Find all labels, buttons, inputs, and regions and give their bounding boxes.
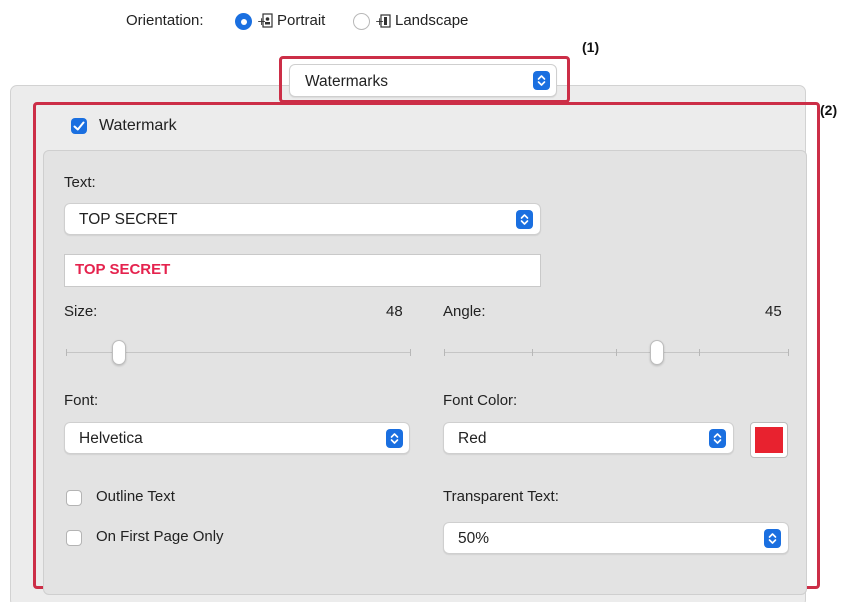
angle-slider[interactable] xyxy=(444,340,789,365)
size-label: Size: xyxy=(64,303,98,320)
text-popup[interactable]: TOP SECRET xyxy=(64,203,541,235)
transparent-text-popup[interactable]: 50% xyxy=(443,522,789,554)
font-color-popup-value: Red xyxy=(458,430,487,447)
outline-text-label[interactable]: Outline Text xyxy=(96,488,175,505)
portrait-label[interactable]: Portrait xyxy=(277,12,325,29)
size-value: 48 xyxy=(386,303,403,320)
portrait-radio[interactable] xyxy=(235,13,252,30)
transparent-text-label: Transparent Text: xyxy=(443,488,559,505)
landscape-radio[interactable] xyxy=(353,13,370,30)
font-popup-value: Helvetica xyxy=(79,430,143,447)
checkmark-icon xyxy=(73,121,85,131)
orientation-label: Orientation: xyxy=(126,12,204,29)
font-color-swatch[interactable] xyxy=(750,422,788,458)
svg-text:+: + xyxy=(257,15,266,28)
first-page-only-label[interactable]: On First Page Only xyxy=(96,528,224,545)
chevron-updown-icon xyxy=(764,529,781,548)
font-popup[interactable]: Helvetica xyxy=(64,422,410,454)
portrait-icon: + xyxy=(257,12,273,34)
size-slider-knob[interactable] xyxy=(112,340,126,365)
watermark-checkbox-label[interactable]: Watermark xyxy=(99,117,177,135)
text-label: Text: xyxy=(64,174,96,191)
font-color-label: Font Color: xyxy=(443,392,518,409)
angle-label: Angle: xyxy=(443,303,486,320)
transparent-text-popup-value: 50% xyxy=(458,530,490,547)
size-slider[interactable] xyxy=(66,340,411,365)
font-color-swatch-fill xyxy=(755,427,783,453)
callout-label-2: (2) xyxy=(820,102,838,118)
landscape-icon: + xyxy=(375,12,391,34)
watermark-checkbox[interactable] xyxy=(71,118,87,134)
angle-slider-knob[interactable] xyxy=(650,340,664,365)
angle-value: 45 xyxy=(765,303,782,320)
callout-box-1 xyxy=(279,56,570,103)
svg-text:+: + xyxy=(375,15,384,28)
first-page-only-checkbox[interactable] xyxy=(66,530,82,546)
text-popup-value: TOP SECRET xyxy=(79,211,178,228)
chevron-updown-icon xyxy=(516,210,533,229)
chevron-updown-icon xyxy=(386,429,403,448)
chevron-updown-icon xyxy=(709,429,726,448)
outline-text-checkbox[interactable] xyxy=(66,490,82,506)
font-label: Font: xyxy=(64,392,99,409)
callout-label-1: (1) xyxy=(582,39,600,55)
watermark-text-field[interactable]: TOP SECRET xyxy=(64,254,541,287)
landscape-label[interactable]: Landscape xyxy=(395,12,468,29)
font-color-popup[interactable]: Red xyxy=(443,422,734,454)
